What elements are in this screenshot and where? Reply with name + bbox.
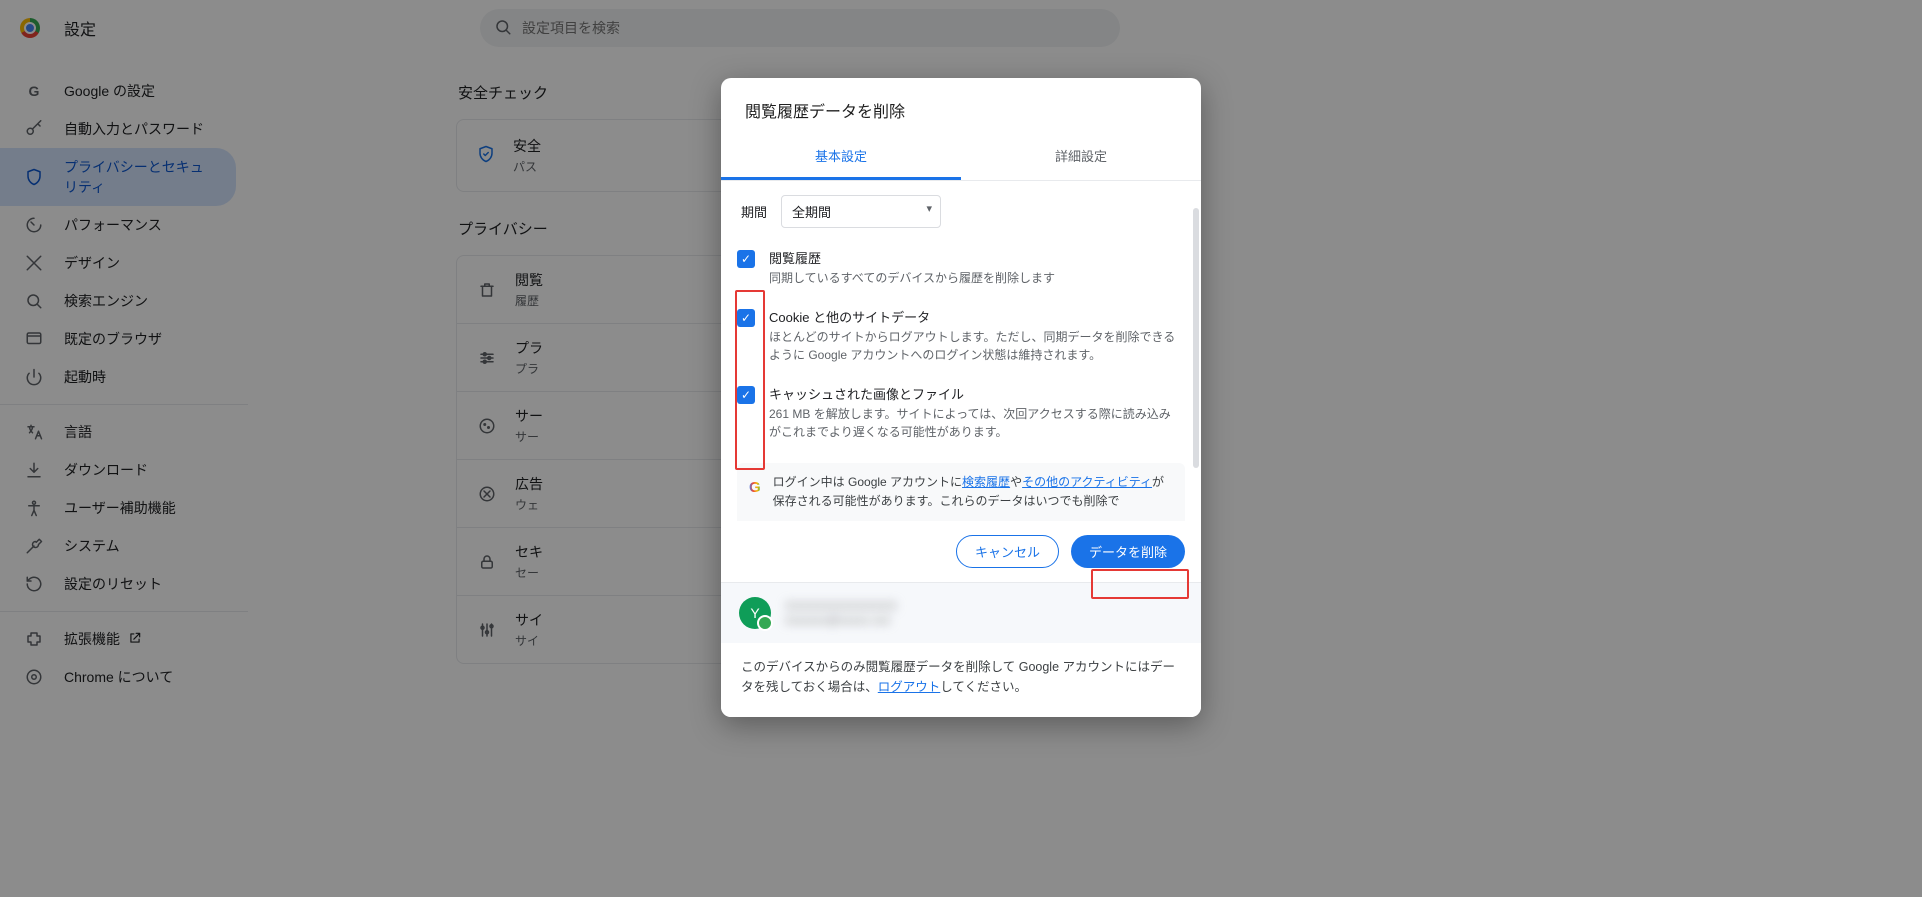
search-history-link[interactable]: 検索履歴 [962,475,1010,489]
clear-browsing-data-dialog: 閲覧履歴データを削除 基本設定 詳細設定 期間 全期間 ✓ 閲覧履歴 同期してい… [721,78,1201,717]
option-browsing-history[interactable]: ✓ 閲覧履歴 同期しているすべてのデバイスから履歴を削除します [731,240,1181,299]
tab-advanced[interactable]: 詳細設定 [961,134,1201,180]
checkbox-checked-icon[interactable]: ✓ [737,250,755,268]
google-account-notice: G ログイン中は Google アカウントに検索履歴やその他のアクティビティが保… [737,463,1185,521]
dialog-tabs: 基本設定 詳細設定 [721,134,1201,181]
logout-link[interactable]: ログアウト [878,680,941,694]
account-row: Y XXXXXXXXXXXXXX xxxxxxx@xxxxx.xxx [721,582,1201,643]
account-name: XXXXXXXXXXXXXX [785,599,1183,613]
cancel-button[interactable]: キャンセル [956,535,1059,568]
time-range-value: 全期間 [792,205,831,220]
account-email: xxxxxxx@xxxxx.xxx [785,613,1183,627]
option-cache[interactable]: ✓ キャッシュされた画像とファイル 261 MB を解放します。サイトによっては… [731,376,1181,453]
avatar: Y [739,597,771,629]
logout-note: このデバイスからのみ閲覧履歴データを削除して Google アカウントにはデータ… [721,643,1201,717]
time-range-label: 期間 [741,202,767,221]
time-range-select[interactable]: 全期間 [781,195,941,228]
modal-overlay[interactable]: 閲覧履歴データを削除 基本設定 詳細設定 期間 全期間 ✓ 閲覧履歴 同期してい… [0,0,1922,897]
checkbox-checked-icon[interactable]: ✓ [737,386,755,404]
google-g-icon: G [749,473,761,500]
dialog-title: 閲覧履歴データを削除 [721,78,1201,134]
dialog-scrollbar[interactable] [1193,208,1199,468]
options-list: ✓ 閲覧履歴 同期しているすべてのデバイスから履歴を削除します ✓ Cookie… [721,236,1201,459]
tab-basic[interactable]: 基本設定 [721,134,961,180]
checkbox-checked-icon[interactable]: ✓ [737,309,755,327]
delete-data-button[interactable]: データを削除 [1071,535,1185,568]
other-activity-link[interactable]: その他のアクティビティ [1022,475,1152,489]
option-cookies[interactable]: ✓ Cookie と他のサイトデータ ほとんどのサイトからログアウトします。ただ… [731,299,1181,376]
